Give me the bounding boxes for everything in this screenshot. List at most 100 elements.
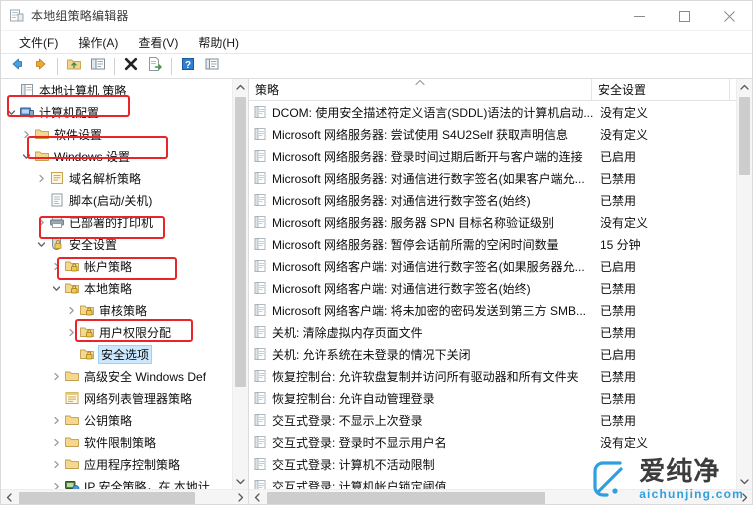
tree-item-16[interactable]: 软件限制策略 — [1, 431, 233, 453]
minimize-button[interactable] — [617, 1, 662, 31]
tree-item-9[interactable]: 本地策略 — [1, 277, 233, 299]
policy-row[interactable]: 关机: 允许系统在未登录的情况下关闭 已启用 — [249, 343, 736, 365]
column-security-setting[interactable]: 安全设置 — [592, 79, 730, 100]
policy-row[interactable]: Microsoft 网络服务器: 暂停会话前所需的空闲时间数量 15 分钟 — [249, 233, 736, 255]
title-bar: 本地组策略编辑器 — [1, 1, 752, 31]
policy-row[interactable]: DCOM: 使用安全描述符定义语言(SDDL)语法的计算机启动... 没有定义 — [249, 101, 736, 123]
list-scroll-thumb[interactable] — [739, 97, 750, 175]
policy-row[interactable]: 恢复控制台: 允许自动管理登录 已禁用 — [249, 387, 736, 409]
policy-item-icon — [252, 192, 268, 208]
chevron-right-icon[interactable] — [63, 324, 79, 340]
up-one-level-button[interactable] — [63, 56, 85, 77]
tree-hscroll-thumb[interactable] — [19, 491, 195, 504]
list-scroll-up-arrow[interactable] — [737, 79, 752, 95]
tree-scroll-thumb[interactable] — [235, 97, 246, 387]
show-hide-tree-button[interactable] — [87, 56, 109, 77]
policy-row[interactable]: Microsoft 网络客户端: 对通信进行数字签名(始终) 已禁用 — [249, 277, 736, 299]
svg-text:?: ? — [185, 60, 191, 71]
tree-item-4[interactable]: 域名解析策略 — [1, 167, 233, 189]
chevron-down-icon[interactable] — [3, 104, 19, 120]
policy-setting: 已启用 — [600, 259, 637, 274]
chevron-right-icon[interactable] — [18, 126, 34, 142]
tree-item-12[interactable]: 安全选项 — [1, 343, 233, 365]
tree-horizontal-scrollbar[interactable] — [1, 489, 248, 505]
chevron-right-icon[interactable] — [48, 258, 64, 274]
policy-rows[interactable]: DCOM: 使用安全描述符定义语言(SDDL)语法的计算机启动... 没有定义 Mi… — [249, 101, 736, 489]
policy-row[interactable]: 交互式登录: 不显示上次登录 已禁用 — [249, 409, 736, 431]
back-button[interactable] — [6, 56, 28, 77]
tree-item-5[interactable]: 脚本(启动/关机) — [1, 189, 233, 211]
tree-vertical-scrollbar[interactable] — [232, 79, 248, 489]
export-list-button[interactable] — [144, 56, 166, 77]
tree-scroll-left-arrow[interactable] — [1, 490, 17, 505]
tree-item-13[interactable]: 高级安全 Windows Def — [1, 365, 233, 387]
menu-action[interactable]: 操作(A) — [68, 32, 128, 53]
tree-list[interactable]: 本地计算机 策略 计算机配置 软件设置 Windows 设置 域名解析策略 脚本(启动/关… — [1, 79, 233, 490]
help-button[interactable]: ? — [177, 56, 199, 77]
menu-view[interactable]: 查看(V) — [128, 32, 188, 53]
chevron-down-icon[interactable] — [48, 280, 64, 296]
list-hscroll-track[interactable] — [265, 490, 736, 505]
tree-item-label: 用户权限分配 — [99, 325, 172, 340]
policy-row[interactable]: Microsoft 网络服务器: 登录时间过期后断开与客户端的连接 已启用 — [249, 145, 736, 167]
policy-name: Microsoft 网络服务器: 服务器 SPN 目标名称验证级别 — [272, 215, 555, 230]
chevron-right-icon[interactable] — [48, 434, 64, 450]
close-button[interactable] — [707, 1, 752, 31]
policy-row[interactable]: 交互式登录: 计算机不活动限制 — [249, 453, 736, 475]
tree-item-11[interactable]: 用户权限分配 — [1, 321, 233, 343]
policy-name: 交互式登录: 不显示上次登录 — [272, 413, 423, 428]
tree-scroll-up-arrow[interactable] — [233, 79, 248, 95]
list-scroll-left-arrow[interactable] — [249, 490, 265, 505]
tree-item-14[interactable]: 网络列表管理器策略 — [1, 387, 233, 409]
tree-item-2[interactable]: 软件设置 — [1, 123, 233, 145]
list-vertical-scrollbar[interactable] — [736, 79, 752, 489]
list-scroll-right-arrow[interactable] — [736, 490, 752, 505]
policy-row[interactable]: Microsoft 网络客户端: 将未加密的密码发送到第三方 SMB... 已禁用 — [249, 299, 736, 321]
tree-item-6[interactable]: 已部署的打印机 — [1, 211, 233, 233]
tree-item-1[interactable]: 计算机配置 — [1, 101, 233, 123]
content-area: 本地计算机 策略 计算机配置 软件设置 Windows 设置 域名解析策略 脚本(启动/关… — [1, 79, 752, 505]
policy-setting: 已禁用 — [600, 193, 637, 208]
policy-setting: 已启用 — [600, 347, 637, 362]
properties-button[interactable] — [201, 56, 223, 77]
delete-button[interactable] — [120, 56, 142, 77]
policy-row[interactable]: Microsoft 网络服务器: 对通信进行数字签名(如果客户端允... 已禁用 — [249, 167, 736, 189]
tree-hscroll-track[interactable] — [17, 490, 232, 505]
tree-item-15[interactable]: 公钥策略 — [1, 409, 233, 431]
chevron-down-icon[interactable] — [18, 148, 34, 164]
policy-row[interactable]: 恢复控制台: 允许软盘复制并访问所有驱动器和所有文件夹 已禁用 — [249, 365, 736, 387]
chevron-right-icon[interactable] — [48, 412, 64, 428]
policy-row[interactable]: Microsoft 网络服务器: 尝试使用 S4U2Self 获取声明信息 没有定… — [249, 123, 736, 145]
list-horizontal-scrollbar[interactable] — [249, 489, 752, 505]
policy-row[interactable]: Microsoft 网络服务器: 对通信进行数字签名(始终) 已禁用 — [249, 189, 736, 211]
policy-row[interactable]: 交互式登录: 计算机帐户锁定阈值 — [249, 475, 736, 489]
tree-item-7[interactable]: 安全设置 — [1, 233, 233, 255]
chevron-right-icon[interactable] — [48, 368, 64, 384]
tree-scroll-right-arrow[interactable] — [232, 490, 248, 505]
list-hscroll-thumb[interactable] — [267, 491, 545, 504]
tree-item-18[interactable]: IP 安全策略，在 本地计 — [1, 475, 233, 490]
chevron-right-icon[interactable] — [33, 214, 49, 230]
chevron-right-icon[interactable] — [33, 170, 49, 186]
policy-row[interactable]: Microsoft 网络客户端: 对通信进行数字签名(如果服务器允... 已启用 — [249, 255, 736, 277]
list-scroll-down-arrow[interactable] — [737, 473, 752, 489]
forward-button[interactable] — [30, 56, 52, 77]
chevron-right-icon[interactable] — [63, 302, 79, 318]
policy-item-icon — [252, 478, 268, 489]
tree-item-label: 安全选项 — [97, 344, 153, 364]
tree-item-8[interactable]: 帐户策略 — [1, 255, 233, 277]
tree-item-0[interactable]: 本地计算机 策略 — [1, 79, 233, 101]
menu-help[interactable]: 帮助(H) — [188, 32, 249, 53]
tree-item-17[interactable]: 应用程序控制策略 — [1, 453, 233, 475]
chevron-right-icon[interactable] — [48, 456, 64, 472]
menu-file[interactable]: 文件(F) — [9, 32, 68, 53]
chevron-down-icon[interactable] — [33, 236, 49, 252]
policy-row[interactable]: 关机: 清除虚拟内存页面文件 已禁用 — [249, 321, 736, 343]
policy-row[interactable]: Microsoft 网络服务器: 服务器 SPN 目标名称验证级别 没有定义 — [249, 211, 736, 233]
column-policy[interactable]: 策略 — [249, 79, 592, 100]
tree-item-10[interactable]: 审核策略 — [1, 299, 233, 321]
maximize-button[interactable] — [662, 1, 707, 31]
policy-row[interactable]: 交互式登录: 登录时不显示用户名 没有定义 — [249, 431, 736, 453]
tree-item-3[interactable]: Windows 设置 — [1, 145, 233, 167]
tree-scroll-down-arrow[interactable] — [233, 473, 248, 489]
